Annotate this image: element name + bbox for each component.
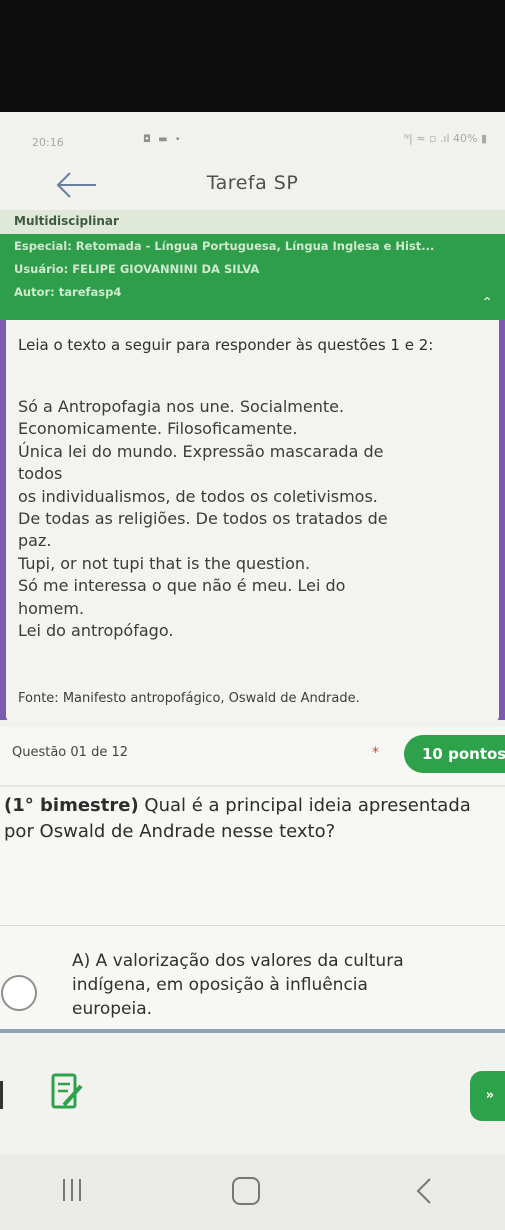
status-time: 20:16	[32, 136, 64, 149]
divider	[0, 925, 505, 926]
user-label: Usuário: FELIPE GIOVANNINI DA SILVA	[14, 262, 260, 276]
android-nav-bar	[0, 1155, 505, 1230]
nav-back-icon[interactable]	[414, 1177, 434, 1205]
home-icon[interactable]	[232, 1177, 260, 1205]
option-a-radio[interactable]	[1, 975, 37, 1011]
source-citation: Fonte: Manifesto antropofágico, Oswald d…	[18, 691, 360, 706]
option-a-label: A) A valorização dos valores da cultura …	[72, 951, 404, 1019]
poem-line: De todas as religiões. De todos os trata…	[18, 509, 388, 529]
edit-notes-icon[interactable]	[50, 1071, 84, 1113]
poem-line: todos	[18, 464, 63, 484]
poem-line: homem.	[18, 598, 85, 618]
question-period: (1° bimestre)	[4, 795, 139, 816]
status-bar: 20:16 ◘ ▬ • ᴺ| ≈ ▫ .ıl 40% ▮	[0, 112, 505, 162]
divider	[0, 785, 505, 787]
poem-line: Só me interessa o que não é meu. Lei do	[18, 576, 346, 596]
poem-line: Economicamente. Filosoficamente.	[18, 419, 298, 439]
partial-button-edge	[0, 1081, 3, 1109]
task-info: Multidisciplinar Especial: Retomada - Lí…	[0, 210, 505, 320]
question-text: (1° bimestre) Qual é a principal ideia a…	[4, 793, 499, 845]
next-question-button[interactable]: »	[470, 1071, 505, 1121]
category-label: Multidisciplinar	[14, 214, 119, 228]
special-label: Especial: Retomada - Língua Portuguesa, …	[14, 239, 435, 253]
poem-line: os individualismos, de todos os coletivi…	[18, 486, 378, 506]
collapse-chevron-icon[interactable]: ⌃	[481, 295, 493, 311]
option-a[interactable]: A) A valorização dos valores da cultura …	[0, 937, 505, 1032]
question-card: Questão 01 de 12 * 10 pontos (1° bimestr…	[0, 727, 505, 1057]
instruction-text: Leia o texto a seguir para responder às …	[18, 336, 434, 354]
poem-line: Tupi, or not tupi that is the question.	[18, 553, 311, 573]
poem-line: paz.	[18, 531, 52, 551]
page-title: Tarefa SP	[206, 172, 299, 194]
notification-icons: ◘ ▬ •	[143, 134, 183, 145]
app-header: Tarefa SP	[0, 162, 505, 206]
question-number: Questão 01 de 12	[12, 745, 128, 760]
phone-screen: 20:16 ◘ ▬ • ᴺ| ≈ ▫ .ıl 40% ▮ Tarefa SP M…	[0, 112, 505, 1230]
category-bar: Multidisciplinar	[0, 210, 505, 234]
required-asterisk: *	[372, 745, 379, 761]
author-label: Autor: tarefasp4	[14, 285, 122, 299]
task-details: Especial: Retomada - Língua Portuguesa, …	[0, 234, 505, 320]
status-indicators: ᴺ| ≈ ▫ .ıl 40% ▮	[403, 132, 487, 145]
points-badge: 10 pontos	[404, 735, 505, 773]
poem-line: Única lei do mundo. Expressão mascarada …	[18, 441, 384, 461]
poem-line: Lei do antropófago.	[18, 621, 174, 641]
bottom-toolbar: »	[0, 1033, 505, 1123]
manifesto-text: Só a Antropofagia nos une. Socialmente. …	[18, 396, 496, 642]
recent-apps-icon[interactable]	[58, 1175, 86, 1205]
reading-text-card: Leia o texto a seguir para responder às …	[6, 320, 499, 722]
poem-line: Só a Antropofagia nos une. Socialmente.	[18, 397, 345, 416]
